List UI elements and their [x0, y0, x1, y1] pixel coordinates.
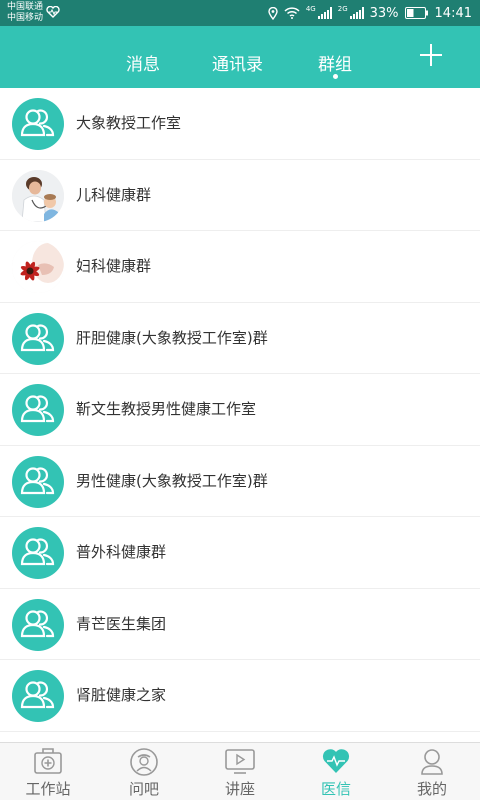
medical-kit-icon [34, 748, 62, 774]
list-item-group[interactable]: 肾脏健康之家 [0, 660, 480, 732]
group-name: 肝胆健康(大象教授工作室)群 [76, 328, 268, 347]
tab-groups[interactable]: 群组 [318, 50, 352, 75]
group-avatar-icon [12, 312, 64, 365]
nav-label: 讲座 [224, 780, 255, 798]
group-avatar-icon [12, 527, 64, 579]
nav-ask[interactable]: 问吧 [96, 743, 192, 800]
nav-label: 医信 [320, 780, 351, 798]
active-tab-indicator [333, 74, 338, 79]
wifi-icon [284, 7, 300, 19]
group-avatar-icon [12, 670, 64, 722]
list-item-group[interactable]: 靳文生教授男性健康工作室 [0, 374, 480, 446]
group-name: 靳文生教授男性健康工作室 [76, 400, 257, 418]
top-tab-bar: 消息 通讯录 群组 [0, 26, 480, 88]
status-icons: 4G 2G 33% 14:41 [268, 0, 472, 26]
health-heart-icon [46, 6, 60, 18]
pediatric-photo [12, 169, 64, 222]
video-icon [225, 749, 255, 774]
clock: 14:41 [434, 5, 472, 21]
nav-label: 我的 [416, 780, 447, 798]
carrier-2: 中国移动 [7, 13, 44, 23]
network-2g-label: 2G [337, 5, 348, 13]
nav-workstation[interactable]: 工作站 [0, 743, 96, 800]
group-name: 妇科健康群 [76, 257, 152, 275]
group-avatar-icon [12, 98, 64, 150]
doctor-icon [130, 748, 158, 776]
flower-photo [12, 241, 64, 293]
nav-medical-messages[interactable]: 医信 [288, 743, 384, 800]
nav-lecture[interactable]: 讲座 [192, 743, 288, 800]
group-name: 普外科健康群 [76, 543, 167, 561]
group-name: 男性健康(大象教授工作室)群 [76, 471, 268, 490]
group-name: 大象教授工作室 [76, 114, 182, 132]
list-item-group[interactable]: 肝胆健康(大象教授工作室)群 [0, 302, 480, 374]
tab-messages[interactable]: 消息 [126, 50, 160, 75]
heart-icon [322, 749, 350, 773]
plus-icon[interactable] [418, 42, 444, 68]
list-item-group[interactable]: 男性健康(大象教授工作室)群 [0, 445, 480, 517]
group-name: 儿科健康群 [76, 185, 152, 204]
list-item-group[interactable]: 大象教授工作室 [0, 88, 480, 160]
list-item-group[interactable]: 青芒医生集团 [0, 588, 480, 660]
bottom-navigation: 工作站 问吧 讲座 医信 我的 [0, 742, 480, 800]
group-name: 青芒医生集团 [76, 614, 167, 633]
carrier-info: 中国联通 中国移动 [7, 2, 43, 24]
list-item-group[interactable]: 儿科健康群 [0, 159, 480, 231]
group-avatar-icon [12, 598, 64, 651]
group-name: 肾脏健康之家 [76, 686, 167, 704]
list-item-group[interactable]: 妇科健康群 [0, 231, 480, 303]
list-item-group[interactable]: 普外科健康群 [0, 517, 480, 589]
status-bar: 中国联通 中国移动 4G 2G 33% 14:41 [0, 0, 480, 26]
group-list: 大象教授工作室 儿科健康群 妇科健康群 肝胆健康(大象教授工作室)群 靳文生教授… [0, 88, 480, 732]
signal-4g-icon [317, 7, 332, 19]
carrier-1: 中国联通 [7, 2, 44, 12]
signal-2g-icon [349, 7, 364, 19]
group-avatar-icon [12, 384, 64, 436]
network-4g-label: 4G [305, 5, 316, 13]
person-icon [421, 749, 443, 775]
battery-percent: 33% [369, 5, 399, 21]
nav-mine[interactable]: 我的 [384, 743, 480, 800]
nav-label: 工作站 [25, 780, 71, 798]
nav-label: 问吧 [128, 780, 159, 798]
location-icon [268, 6, 278, 20]
group-avatar-icon [12, 455, 64, 508]
battery-icon [404, 7, 428, 19]
tab-contacts[interactable]: 通讯录 [212, 50, 263, 75]
